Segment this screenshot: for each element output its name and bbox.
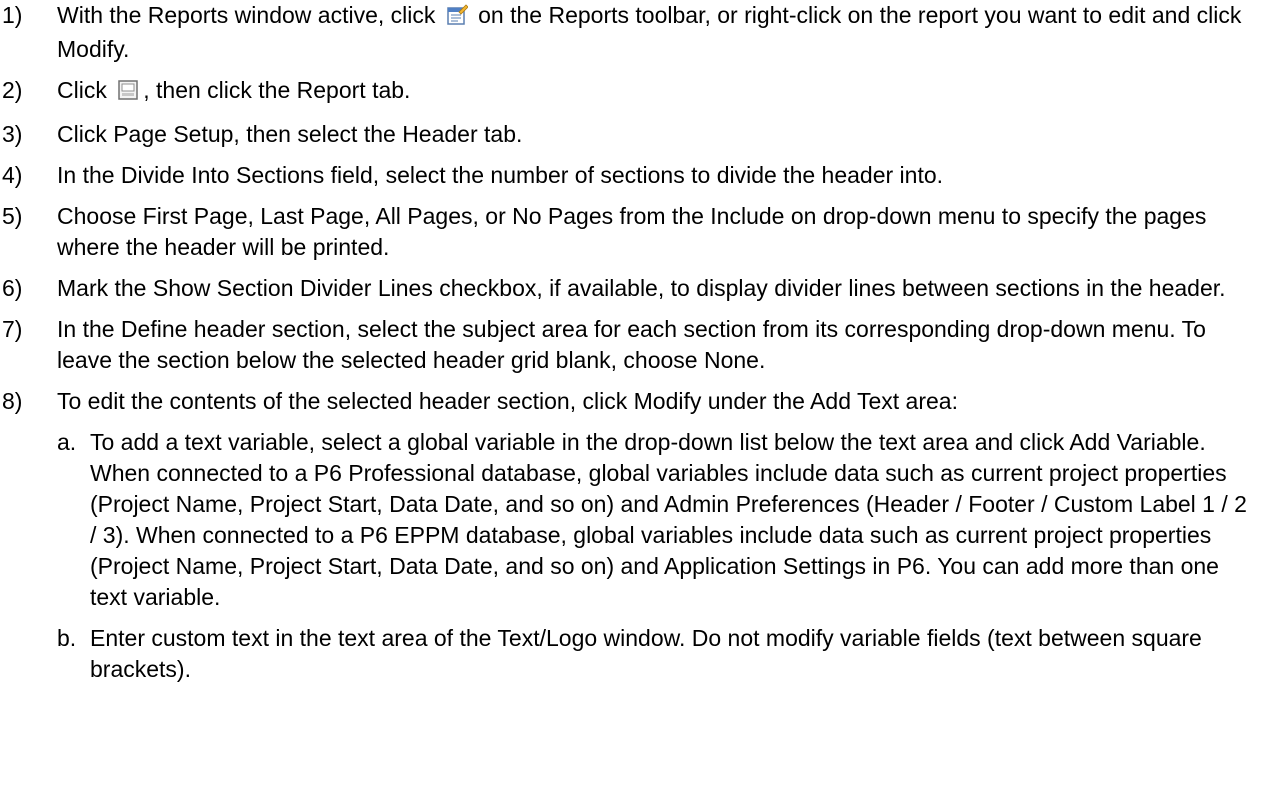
step-5: 5) Choose First Page, Last Page, All Pag… [0,201,1271,263]
step-7: 7) In the Define header section, select … [0,314,1271,376]
step-2: 2) Click , then click the Report tab. [0,75,1271,109]
step-number: 8) [2,388,23,414]
step-number: 1) [2,2,23,28]
step-number: 3) [2,121,23,147]
step-text: Choose First Page, Last Page, All Pages,… [57,203,1207,260]
page-setup-icon [117,78,139,109]
substep-text: To add a text variable, select a global … [90,429,1247,610]
step-1: 1) With the Reports window active, click… [0,0,1271,65]
step-text-pre: With the Reports window active, click [57,2,436,28]
step-4: 4) In the Divide Into Sections field, se… [0,160,1271,191]
substep-text: Enter custom text in the text area of th… [90,625,1202,682]
step-number: 4) [2,162,23,188]
step-text: To edit the contents of the selected hea… [57,388,958,414]
step-number: 6) [2,275,23,301]
step-text: In the Define header section, select the… [57,316,1206,373]
step-text: Click Page Setup, then select the Header… [57,121,523,147]
step-text-post: , then click the Report tab. [143,77,411,103]
modify-report-icon [446,3,469,34]
step-number: 5) [2,203,23,229]
substep-b: b. Enter custom text in the text area of… [0,623,1271,685]
step-8: 8) To edit the contents of the selected … [0,386,1271,417]
substep-letter: b. [57,625,77,651]
step-3: 3) Click Page Setup, then select the Hea… [0,119,1271,150]
instruction-list: 1) With the Reports window active, click… [0,0,1271,685]
step-text-pre: Click [57,77,107,103]
step-number: 7) [2,316,23,342]
substep-letter: a. [57,429,77,455]
step-number: 2) [2,77,23,103]
substep-a: a. To add a text variable, select a glob… [0,427,1271,613]
step-text: Mark the Show Section Divider Lines chec… [57,275,1226,301]
step-text: In the Divide Into Sections field, selec… [57,162,944,188]
step-6: 6) Mark the Show Section Divider Lines c… [0,273,1271,304]
